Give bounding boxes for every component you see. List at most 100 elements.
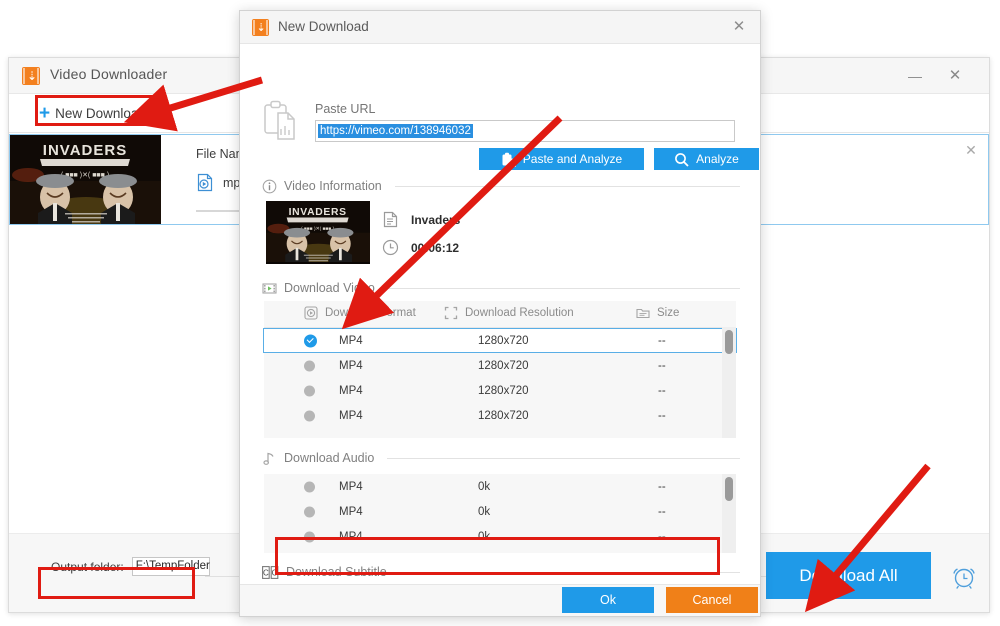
ok-button[interactable]: Ok [562,587,654,613]
audio-table-scrollbar[interactable] [722,474,736,553]
video-thumbnail: INVADERS ( ■■■ )✕( ■■■ ) [266,201,370,264]
dialog-title: New Download [278,19,369,34]
cancel-button[interactable]: Cancel [666,587,758,613]
section-download-subtitle: C C Download Subtitle [262,564,740,580]
download-arrow-glyph: ⇣ [256,21,266,34]
radio-icon[interactable] [304,531,315,542]
video-file-icon [197,173,213,192]
cell-size: -- [658,384,666,397]
document-icon [383,211,398,228]
section-video-information: Video Information [262,178,740,194]
size-icon [636,308,650,319]
video-name-row: Invaders [382,211,460,228]
svg-text:C: C [263,568,269,577]
section-label: Download Video [284,281,375,295]
paste-url-label: Paste URL [315,102,376,116]
video-table-scrollbar[interactable] [722,327,736,438]
cell-format: MP4 [339,530,363,543]
alarm-clock-icon[interactable] [949,561,979,591]
section-divider [387,457,740,459]
analyze-button[interactable]: Analyze [654,148,759,170]
analyze-label: Analyze [696,152,739,166]
table-row[interactable]: MP4 1280x720 -- [264,403,736,428]
plus-icon: + [39,103,51,124]
cell-resolution: 0k [478,480,491,493]
svg-text:INVADERS: INVADERS [289,207,347,218]
table-row[interactable]: MP4 1280x720 -- [263,328,737,353]
cell-resolution: 0k [478,505,491,518]
closed-caption-icon: C C [262,565,279,579]
cell-size: -- [658,359,666,372]
clipboard-paste-icon [262,99,304,143]
scrollbar-thumb[interactable] [725,330,733,354]
cell-size: -- [658,505,666,518]
radio-icon[interactable] [304,385,315,396]
section-download-video: Download Video [262,280,740,296]
close-icon[interactable]: ✕ [730,18,748,36]
column-label: Download Resolution [465,307,574,319]
radio-icon[interactable] [304,410,315,421]
cell-resolution: 1280x720 [478,384,529,397]
radio-icon[interactable] [304,481,315,492]
cell-size: -- [658,530,666,543]
video-name-value: Invaders [411,212,461,227]
download-audio-table: MP4 0k -- MP4 0k -- MP4 0k -- [264,474,736,553]
download-all-label: Download All [799,565,898,585]
table-row[interactable]: MP4 0k -- [264,524,736,549]
minimize-icon[interactable]: — [905,66,925,86]
table-header: Download Format Download Resolution Size [264,301,736,328]
thumbnail-artwork: INVADERS ( ■■■ )✕( ■■■ ) [10,135,161,224]
scrollbar-thumb[interactable] [725,477,733,501]
section-label: Download Subtitle [286,565,387,579]
cell-size: -- [658,409,666,422]
paste-and-analyze-label: Paste and Analyze [522,152,623,166]
url-input[interactable]: https://vimeo.com/138946032 [315,120,735,142]
output-folder-row: Output folder: F:\TempFolder [51,557,210,576]
svg-text:C: C [272,568,278,577]
column-label: Size [657,307,680,319]
output-folder-input[interactable]: F:\TempFolder [131,557,210,576]
video-rows-container: MP4 1280x720 -- MP4 1280x720 -- MP4 1280x720 -- M… [263,328,737,428]
video-duration-value: 00:06:12 [411,240,460,255]
paste-and-analyze-button[interactable]: Paste and Analyze [479,148,644,170]
table-row[interactable]: MP4 1280x720 -- [264,353,736,378]
section-divider [387,287,740,289]
downloader-logo-icon: ⇣ [22,67,40,85]
dialog-titlebar: ⇣ New Download ✕ [240,11,760,44]
svg-text:INVADERS: INVADERS [43,142,127,159]
audio-rows-container: MP4 0k -- MP4 0k -- MP4 0k -- [264,474,736,549]
radio-icon[interactable] [304,360,315,371]
format-icon [304,306,318,320]
radio-selected-icon[interactable] [304,334,317,347]
cell-format: MP4 [339,505,363,518]
screenshot-root: ⇣ Video Downloader — ✕ + New Download IN [0,0,1000,626]
new-download-dialog: ⇣ New Download ✕ Paste URL https://vimeo… [239,10,761,617]
url-input-value: https://vimeo.com/138946032 [318,124,473,138]
cell-size: -- [658,480,666,493]
cancel-label: Cancel [692,593,732,607]
table-row[interactable]: MP4 0k -- [264,474,736,499]
item-thumbnail: INVADERS ( ■■■ )✕( ■■■ ) [10,135,161,224]
column-label: Download Format [325,307,416,319]
output-folder-label: Output folder: [51,559,124,574]
table-row[interactable]: MP4 0k -- [264,499,736,524]
downloader-logo-icon: ⇣ [252,19,269,36]
close-icon[interactable]: ✕ [945,66,965,86]
info-icon [262,179,277,193]
search-icon [675,152,689,167]
download-all-button[interactable]: Download All [766,552,931,599]
clock-icon [382,239,399,256]
cell-resolution: 1280x720 [478,409,529,422]
table-row[interactable]: MP4 1280x720 -- [264,378,736,403]
section-label: Download Audio [284,451,375,465]
download-arrow-glyph: ⇣ [27,69,38,83]
resolution-icon [444,306,458,320]
close-icon[interactable]: ✕ [962,141,980,159]
cell-format: MP4 [339,409,363,422]
column-size: Size [636,306,679,320]
cell-format: MP4 [339,359,363,372]
column-download-resolution: Download Resolution [444,306,574,320]
new-download-button[interactable]: + New Download [39,101,146,126]
cell-format: MP4 [339,384,363,397]
radio-icon[interactable] [304,506,315,517]
